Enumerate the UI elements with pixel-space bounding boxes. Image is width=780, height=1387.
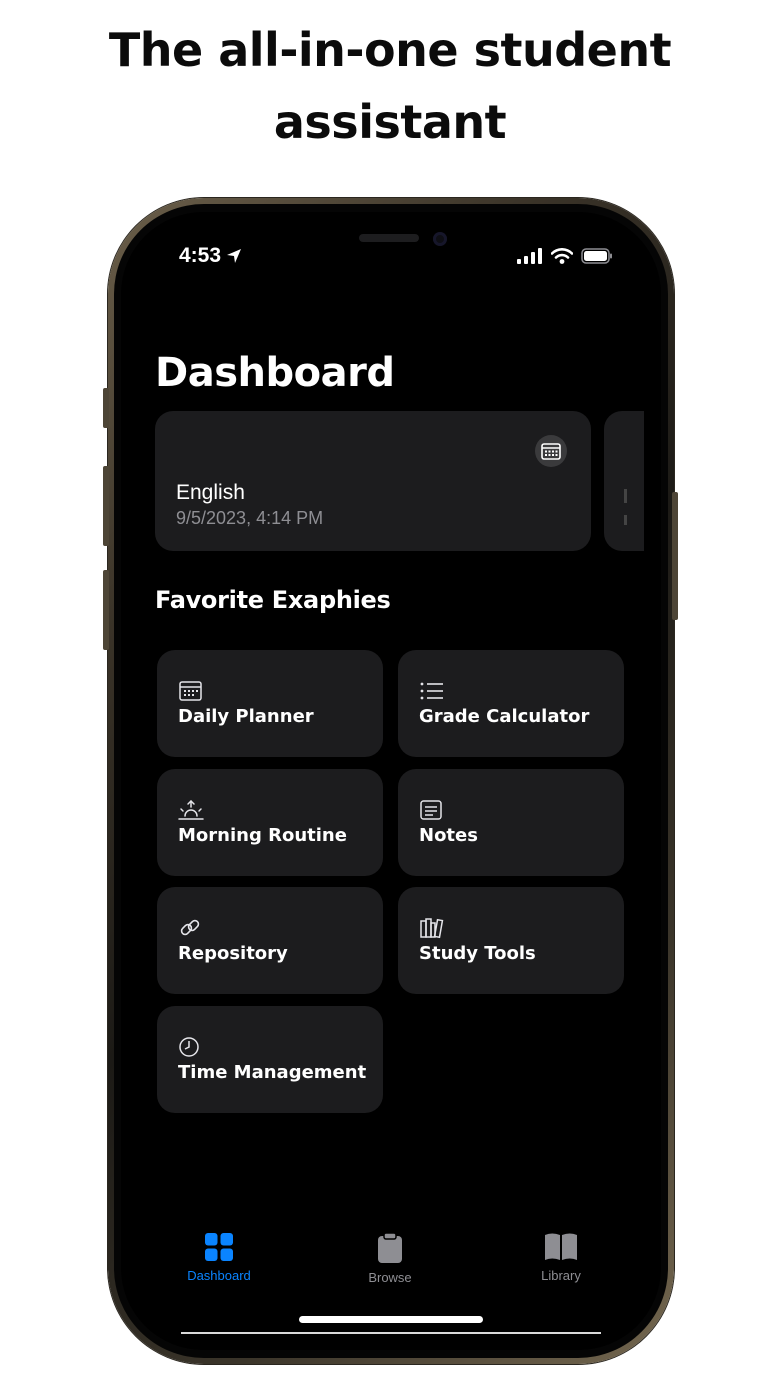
- tab-browse[interactable]: Browse: [330, 1232, 450, 1285]
- volume-up-button: [103, 466, 109, 546]
- favorite-tile-morning-routine[interactable]: Morning Routine: [157, 769, 383, 876]
- favorite-tile-time-management[interactable]: Time Management: [157, 1006, 383, 1113]
- headline-line-2: assistant: [273, 95, 507, 149]
- phone-screen: 4:53 Dashboard English 9/5/2023, 4:14 PM…: [121, 212, 661, 1350]
- headline: The all-in-one student assistant: [0, 14, 780, 158]
- favorite-tile-label: Repository: [178, 943, 288, 964]
- link-icon: [180, 919, 200, 936]
- grid-icon: [205, 1233, 233, 1261]
- power-button: [672, 492, 678, 620]
- calendar-icon: [179, 681, 202, 701]
- favorite-tile-study-tools[interactable]: Study Tools: [398, 887, 624, 994]
- status-bar-time: 4:53: [179, 244, 242, 268]
- favorite-tile-grade-calculator[interactable]: Grade Calculator: [398, 650, 624, 757]
- book-icon: [545, 1233, 577, 1260]
- clipboard-icon: [378, 1232, 402, 1263]
- books-icon: [420, 918, 444, 939]
- wifi-icon: [551, 248, 573, 264]
- event-card[interactable]: English 9/5/2023, 4:14 PM: [155, 411, 591, 551]
- tab-library[interactable]: Library: [501, 1232, 621, 1283]
- note-icon: [420, 800, 442, 820]
- sunrise-icon: [178, 799, 204, 820]
- cellular-signal-icon: [517, 248, 542, 264]
- headline-line-1: The all-in-one student: [108, 23, 672, 77]
- favorite-tile-label: Grade Calculator: [419, 706, 590, 727]
- front-camera: [433, 232, 447, 246]
- checklist-icon: [420, 682, 443, 700]
- favorite-tile-repository[interactable]: Repository: [157, 887, 383, 994]
- mute-switch: [103, 388, 109, 428]
- volume-down-button: [103, 570, 109, 650]
- speaker-grille: [359, 234, 419, 242]
- next-event-card-peek[interactable]: [604, 411, 644, 551]
- calendar-icon: [541, 443, 561, 460]
- peek-text-fragment: [624, 515, 627, 525]
- section-title-favorites: Favorite Exaphies: [155, 586, 391, 614]
- event-calendar-button[interactable]: [535, 435, 567, 467]
- favorite-tile-label: Daily Planner: [178, 706, 314, 727]
- location-arrow-icon: [227, 249, 242, 263]
- peek-text-fragment: [624, 489, 627, 503]
- battery-icon: [581, 248, 612, 264]
- clock-icon: [179, 1037, 199, 1057]
- event-subject: English: [176, 481, 245, 504]
- tab-label: Library: [541, 1268, 581, 1283]
- favorite-tile-label: Time Management: [178, 1062, 367, 1083]
- status-time-text: 4:53: [179, 244, 222, 267]
- favorite-tile-label: Notes: [419, 825, 478, 846]
- favorite-tile-notes[interactable]: Notes: [398, 769, 624, 876]
- tab-dashboard[interactable]: Dashboard: [159, 1232, 279, 1283]
- status-bar-indicators: [517, 248, 613, 264]
- event-datetime: 9/5/2023, 4:14 PM: [176, 508, 324, 528]
- page-title: Dashboard: [155, 350, 395, 396]
- favorite-tile-label: Morning Routine: [178, 825, 347, 846]
- favorite-tile-daily-planner[interactable]: Daily Planner: [157, 650, 383, 757]
- tab-label: Browse: [368, 1270, 412, 1285]
- tab-label: Dashboard: [187, 1268, 251, 1283]
- favorite-tile-label: Study Tools: [419, 943, 536, 964]
- home-indicator[interactable]: [299, 1316, 483, 1323]
- screen-edge-highlight: [181, 1332, 601, 1334]
